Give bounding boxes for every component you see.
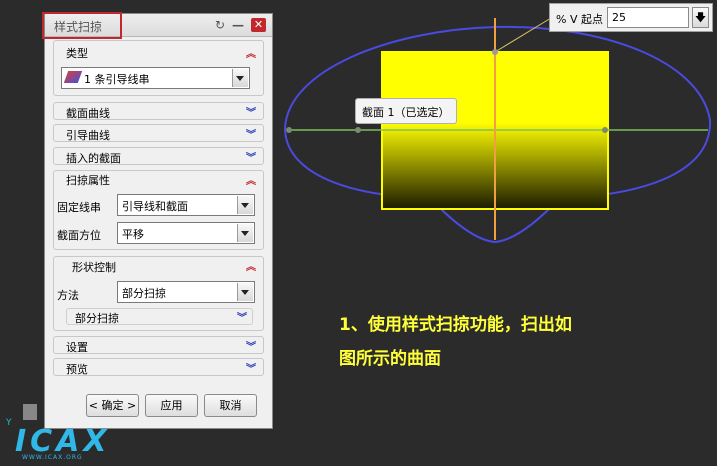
- collapse-icon[interactable]: ︽: [246, 258, 256, 273]
- inserted-section-label: 插入的截面: [66, 152, 121, 165]
- type-value: 1 条引导线串: [84, 73, 150, 86]
- minimize-icon[interactable]: —: [231, 18, 245, 32]
- fixed-string-value: 引导线和截面: [122, 200, 188, 213]
- section-curve-label: 截面曲线: [66, 107, 110, 120]
- section-selected-tag: 截面 1（已选定）: [355, 98, 457, 124]
- style-sweep-dialog: 样式扫掠 ↻ — ✕ 类型 ︽ 1 条引导线串 截面曲线 ︾ 引导曲线 ︾ 插入…: [42, 12, 273, 429]
- type-label: 类型: [66, 47, 88, 60]
- settings-label: 设置: [66, 341, 88, 354]
- annotation-line-2: 图所示的曲面: [339, 349, 441, 369]
- apply-button[interactable]: 应用: [145, 394, 198, 417]
- chevron-down-icon[interactable]: [237, 283, 253, 301]
- type-panel: 类型 ︽ 1 条引导线串: [53, 40, 264, 96]
- v-start-input[interactable]: 25: [607, 7, 689, 28]
- preview-panel[interactable]: 预览 ︾: [53, 358, 264, 376]
- leader-line: [494, 17, 552, 53]
- guide-point: [355, 127, 361, 133]
- ok-button[interactable]: < 确定 >: [86, 394, 139, 417]
- shape-control-label: 形状控制: [72, 261, 116, 274]
- shape-control-panel: 形状控制 ︽ 方法 部分扫掠 部分扫掠 ︾: [53, 256, 264, 331]
- method-label: 方法: [57, 289, 79, 302]
- guide-point: [602, 127, 608, 133]
- chevron-down-icon[interactable]: [237, 224, 253, 242]
- preview-label: 预览: [66, 363, 88, 376]
- sweep-properties-panel: 扫掠属性 ︽ 固定线串 引导线和截面 截面方位 平移: [53, 170, 264, 250]
- dialog-titlebar[interactable]: 样式扫掠 ↻ — ✕: [42, 12, 272, 39]
- settings-panel[interactable]: 设置 ︾: [53, 336, 264, 354]
- expand-icon[interactable]: ︾: [246, 338, 256, 353]
- expand-icon[interactable]: ︾: [246, 149, 256, 164]
- partial-sweep-subpanel[interactable]: 部分扫掠 ︾: [66, 308, 253, 325]
- logo-url: WWW.ICAX.ORG: [22, 454, 83, 461]
- chevron-down-icon[interactable]: [237, 196, 253, 214]
- method-select[interactable]: 部分扫掠: [117, 281, 255, 303]
- down-arrow-icon[interactable]: 🡇: [692, 7, 709, 28]
- reset-icon[interactable]: ↻: [213, 18, 227, 32]
- partial-sweep-label: 部分扫掠: [75, 312, 119, 325]
- guide-curve-panel[interactable]: 引导曲线 ︾: [53, 124, 264, 142]
- expand-icon[interactable]: ︾: [246, 126, 256, 141]
- section-orientation-select[interactable]: 平移: [117, 222, 255, 244]
- cancel-button[interactable]: 取消: [204, 394, 257, 417]
- y-axis-label: Y: [6, 418, 12, 428]
- guide-string-icon: [63, 71, 83, 83]
- chevron-down-icon[interactable]: [232, 69, 248, 87]
- section-curve-panel[interactable]: 截面曲线 ︾: [53, 102, 264, 120]
- method-value: 部分扫掠: [122, 287, 166, 300]
- expand-icon[interactable]: ︾: [237, 309, 247, 324]
- guide-point: [286, 127, 292, 133]
- section-orientation-value: 平移: [122, 228, 144, 241]
- collapse-icon[interactable]: ︽: [246, 172, 256, 187]
- sweep-properties-label: 扫掠属性: [66, 174, 110, 187]
- view-cube-icon: [23, 404, 37, 420]
- expand-icon[interactable]: ︾: [246, 104, 256, 119]
- section-point: [492, 49, 498, 55]
- fixed-string-label: 固定线串: [57, 201, 101, 214]
- annotation-line-1: 1、使用样式扫掠功能，扫出如: [339, 315, 572, 335]
- guide-curve-label: 引导曲线: [66, 129, 110, 142]
- title-highlight-box: [42, 12, 122, 39]
- type-select[interactable]: 1 条引导线串: [61, 67, 250, 89]
- expand-icon[interactable]: ︾: [246, 360, 256, 375]
- close-button[interactable]: ✕: [251, 18, 266, 32]
- section-orientation-label: 截面方位: [57, 229, 101, 242]
- v-start-label: % V 起点: [556, 13, 603, 26]
- inserted-section-panel[interactable]: 插入的截面 ︾: [53, 147, 264, 165]
- fixed-string-select[interactable]: 引导线和截面: [117, 194, 255, 216]
- collapse-type-icon[interactable]: ︽: [246, 45, 256, 60]
- v-start-input-box: % V 起点 25 🡇: [549, 3, 713, 32]
